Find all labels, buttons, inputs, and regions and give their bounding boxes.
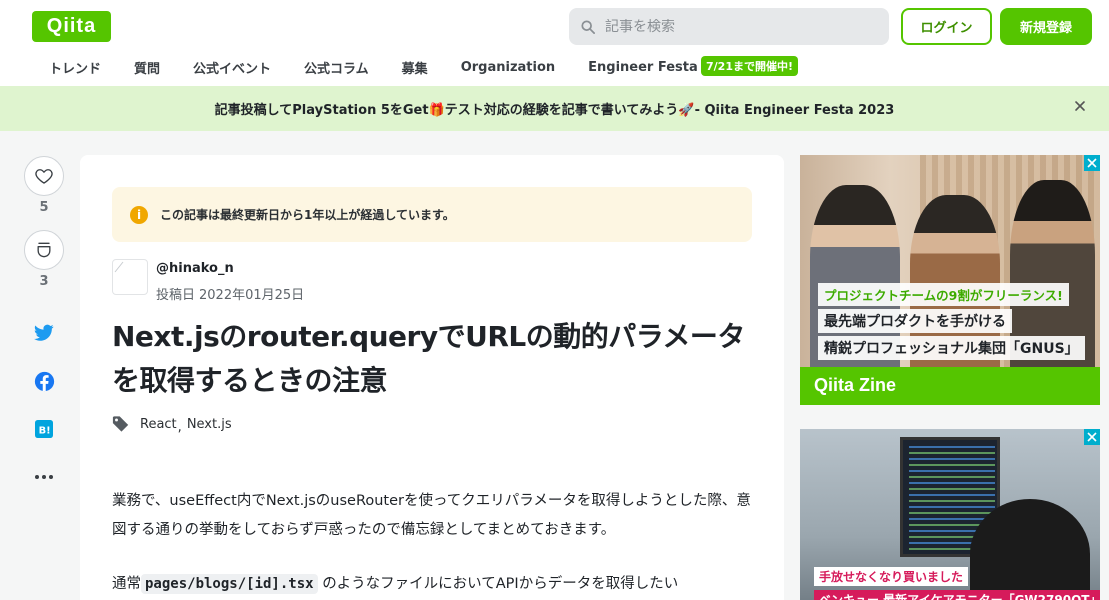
notice-text: この記事は最終更新日から1年以上が経過しています。	[160, 208, 455, 222]
article-actions: 5 3	[22, 156, 66, 289]
ad-headline: プロジェクトチームの9割がフリーランス!	[818, 283, 1069, 306]
ad-monitor[interactable]: 手放せなくなり買いました ベンキュー 最新アイケアモニター「GW2790QT」	[800, 429, 1100, 600]
main-nav: トレンド 質問 公式イベント 公式コラム 募集 Organization Eng…	[32, 56, 731, 78]
search-input[interactable]	[605, 18, 875, 35]
hatena-icon: B!	[35, 420, 53, 438]
qiita-logo[interactable]: Qiita	[32, 11, 111, 42]
signup-button[interactable]: 新規登録	[1000, 8, 1092, 45]
nav-item-recruitment[interactable]: 募集	[402, 58, 428, 77]
tag-list: React , Next.js	[112, 415, 232, 435]
article-title: Next.jsのrouter.queryでURLの動的パラメータを取得するときの…	[112, 320, 745, 397]
posted-date: 投稿日 2022年01月25日	[156, 284, 308, 303]
nav-item-trend[interactable]: トレンド	[49, 58, 101, 77]
ad-close-icon[interactable]	[1084, 155, 1100, 171]
close-icon[interactable]	[1073, 99, 1087, 113]
hatena-bookmark-share[interactable]: B!	[33, 418, 55, 440]
stock-button[interactable]	[24, 230, 64, 270]
facebook-icon	[34, 371, 54, 391]
article-paragraph: 通常 pages/blogs/[id].tsx のようなファイルにおいてAPIから…	[112, 570, 762, 599]
nav-item-questions[interactable]: 質問	[134, 58, 160, 77]
ad-qiita-zine[interactable]: プロジェクトチームの9割がフリーランス! 最先端プロダクトを手がける 精鋭プロフ…	[800, 155, 1100, 405]
outdated-notice: i この記事は最終更新日から1年以上が経過しています。	[112, 187, 752, 242]
posted-label: 投稿日	[156, 288, 196, 303]
site-header: Qiita ログイン 新規登録 トレンド 質問 公式イベント 公式コラム 募集 …	[0, 0, 1109, 86]
twitter-share[interactable]	[33, 322, 55, 344]
broken-image-icon	[114, 261, 124, 273]
more-options[interactable]	[33, 466, 55, 488]
ad-headline: 手放せなくなり買いました	[814, 567, 969, 586]
stock-icon	[37, 242, 51, 258]
like-count: 5	[39, 200, 49, 215]
ad-subline: 精鋭プロフェッショナル集団「GNUS」	[818, 336, 1085, 360]
more-icon	[35, 475, 53, 479]
facebook-share[interactable]	[33, 370, 55, 392]
search-icon	[581, 19, 595, 34]
heart-icon	[35, 169, 53, 184]
svg-text:B!: B!	[39, 426, 51, 437]
nav-item-organization[interactable]: Organization	[461, 60, 555, 75]
author-username[interactable]: @hinako_n	[156, 261, 234, 276]
ad-copy: プロジェクトチームの9割がフリーランス! 最先端プロダクトを手がける 精鋭プロフ…	[818, 283, 1085, 363]
tag-nextjs[interactable]: Next.js	[187, 417, 232, 432]
tag-icon	[112, 416, 129, 432]
paragraph-text: 通常	[112, 576, 141, 592]
article-paragraph: 業務で、useEffect内でNext.jsのuseRouterを使ってクエリパ…	[112, 493, 751, 538]
login-button[interactable]: ログイン	[901, 8, 992, 45]
ad-close-icon[interactable]	[1084, 429, 1100, 445]
nav-item-official-columns[interactable]: 公式コラム	[304, 58, 369, 77]
banner-text[interactable]: 記事投稿してPlayStation 5をGet🎁テスト対応の経験を記事で書いてみ…	[215, 99, 895, 118]
tag-separator: ,	[177, 419, 182, 435]
twitter-icon	[34, 324, 54, 341]
ad-footer: Qiita Zine	[800, 367, 1100, 405]
inline-code: pages/blogs/[id].tsx	[141, 574, 318, 594]
search-box[interactable]	[569, 8, 889, 45]
ad-subline: 最先端プロダクトを手がける	[818, 309, 1012, 333]
posted-date-value: 2022年01月25日	[199, 288, 305, 303]
qiita-zine-logo: Qiita Zine	[814, 375, 897, 395]
festa-badge: 7/21まで開催中!	[701, 56, 798, 76]
nav-item-official-events[interactable]: 公式イベント	[193, 58, 271, 77]
article-card: i この記事は最終更新日から1年以上が経過しています。 @hinako_n 投稿…	[80, 155, 784, 600]
announcement-banner[interactable]: 記事投稿してPlayStation 5をGet🎁テスト対応の経験を記事で書いてみ…	[0, 86, 1109, 131]
stock-count: 3	[39, 274, 49, 289]
ad-subline: ベンキュー 最新アイケアモニター「GW2790QT」	[814, 590, 1100, 600]
info-icon: i	[130, 205, 148, 224]
avatar[interactable]	[112, 259, 148, 295]
like-button[interactable]	[24, 156, 64, 196]
tag-react[interactable]: React	[140, 417, 177, 432]
paragraph-text: のようなファイルにおいてAPIからデータを取得したい	[322, 576, 679, 592]
nav-item-engineer-festa[interactable]: Engineer Festa	[588, 60, 698, 75]
